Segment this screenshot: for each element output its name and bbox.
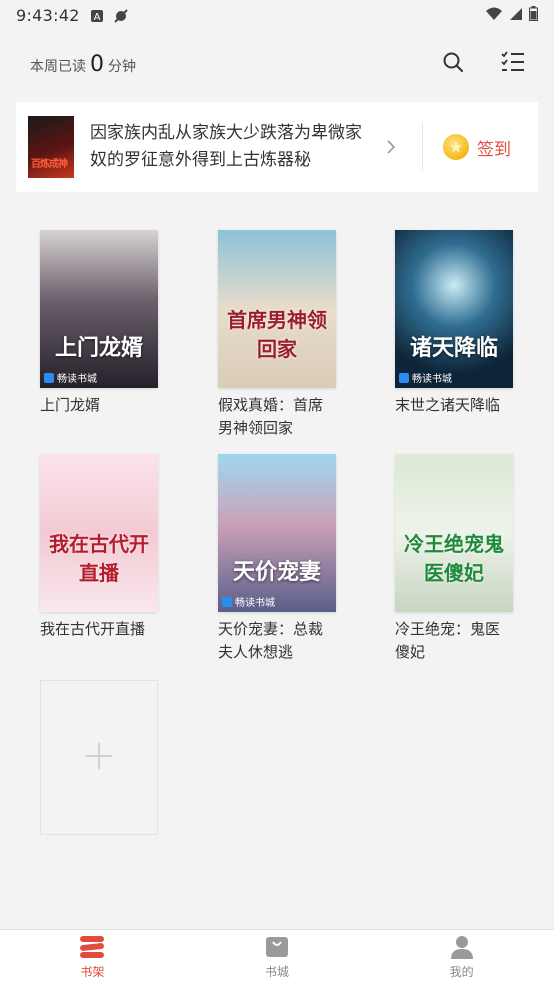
svg-text:A: A [93, 12, 100, 23]
book-title[interactable]: 冷王绝宠：鬼医傻妃 [395, 618, 513, 664]
book-logo-icon [44, 372, 54, 383]
book-title[interactable]: 我在古代开直播 [40, 618, 158, 641]
nav-bookshelf[interactable]: 书架 [0, 930, 185, 984]
book-title[interactable]: 假戏真婚：首席男神领回家 [218, 394, 336, 440]
book-cover[interactable]: 冷王绝宠鬼医傻妃 [395, 454, 513, 612]
search-button[interactable] [440, 51, 466, 77]
weekly-prefix: 本周已读 [30, 58, 86, 75]
book-logo-icon [399, 372, 409, 383]
book-title[interactable]: 天价宠妻：总裁夫人休想逃 [218, 618, 336, 664]
book-item[interactable]: 首席男神领回家 假戏真婚：首席男神领回家 [218, 230, 358, 440]
book-cover[interactable]: 上门龙婿 畅读书城 [40, 230, 158, 388]
profile-icon [449, 935, 475, 959]
battery-icon [529, 5, 538, 25]
plus-icon [84, 741, 114, 775]
no-sound-icon [114, 8, 128, 23]
book-item[interactable]: 冷王绝宠鬼医傻妃 冷王绝宠：鬼医傻妃 [395, 454, 535, 664]
cover-title: 上门龙婿 [54, 336, 143, 361]
search-icon [442, 51, 464, 77]
signal-icon [509, 6, 523, 25]
bookshelf-icon [79, 935, 105, 959]
status-bar: 9:43:42 A [0, 0, 554, 30]
a-notification-icon: A [90, 8, 104, 23]
checkin-button[interactable]: 签到 [443, 134, 511, 160]
cover-title: 首席男神领回家 [227, 308, 327, 361]
book-cover[interactable]: 我在古代开直播 [40, 454, 158, 612]
divider [422, 123, 423, 171]
header-actions [440, 51, 526, 77]
nav-profile[interactable]: 我的 [369, 930, 554, 984]
cover-title: 诸天降临 [409, 336, 498, 361]
book-title[interactable]: 末世之诸天降临 [395, 394, 513, 417]
recommendation-card: 百炼成神 因家族内乱从家族大少跌落为卑微家奴的罗征意外得到上古炼器秘 签到 [16, 102, 538, 192]
status-time: 9:43:42 [16, 5, 80, 25]
book-title[interactable]: 上门龙婿 [40, 394, 158, 417]
weekly-reading-time: 本周已读 0 分钟 [30, 52, 136, 77]
recommendation-text[interactable]: 因家族内乱从家族大少跌落为卑微家奴的罗征意外得到上古炼器秘 [90, 120, 372, 174]
weekly-unit: 分钟 [108, 58, 136, 75]
book-cover[interactable]: 首席男神领回家 [218, 230, 336, 388]
nav-label: 书架 [80, 964, 105, 979]
gold-coin-icon [443, 134, 469, 160]
status-right [485, 5, 538, 25]
manage-shelf-button[interactable] [500, 51, 526, 77]
cover-logo-text: 百炼成神 [31, 159, 68, 170]
book-item[interactable]: 诸天降临 畅读书城 末世之诸天降临 [395, 230, 535, 417]
publisher-badge: 畅读书城 [399, 370, 452, 385]
book-item[interactable]: 天价宠妻 畅读书城 天价宠妻：总裁夫人休想逃 [218, 454, 358, 664]
book-cover[interactable]: 天价宠妻 畅读书城 [218, 454, 336, 612]
nav-bookstore[interactable]: 书城 [185, 930, 370, 984]
badge-text: 畅读书城 [235, 598, 275, 609]
weekly-minutes: 0 [90, 51, 104, 77]
checkin-label: 签到 [477, 139, 511, 160]
badge-text: 畅读书城 [412, 374, 452, 385]
checklist-icon [501, 51, 525, 77]
publisher-badge: 畅读书城 [44, 370, 97, 385]
cover-title: 我在古代开直播 [49, 532, 149, 585]
nav-label: 书城 [265, 964, 290, 979]
cover-title: 冷王绝宠鬼医傻妃 [404, 532, 504, 585]
bookstore-icon [264, 935, 290, 959]
publisher-badge: 畅读书城 [222, 594, 275, 609]
nav-label: 我的 [449, 964, 474, 979]
bottom-navigation: 书架 书城 我的 [0, 929, 554, 984]
book-item[interactable]: 上门龙婿 畅读书城 上门龙婿 [40, 230, 180, 417]
book-cover[interactable]: 诸天降临 畅读书城 [395, 230, 513, 388]
badge-text: 畅读书城 [57, 374, 97, 385]
chevron-right-icon[interactable] [386, 139, 400, 155]
book-item[interactable]: 我在古代开直播 我在古代开直播 [40, 454, 180, 641]
cover-title: 天价宠妻 [232, 560, 321, 585]
wifi-icon [485, 6, 503, 25]
shelf-header: 本周已读 0 分钟 [0, 30, 554, 98]
recommended-book-cover[interactable]: 百炼成神 [28, 116, 74, 178]
add-book-button[interactable] [40, 680, 158, 835]
book-logo-icon [222, 596, 232, 607]
